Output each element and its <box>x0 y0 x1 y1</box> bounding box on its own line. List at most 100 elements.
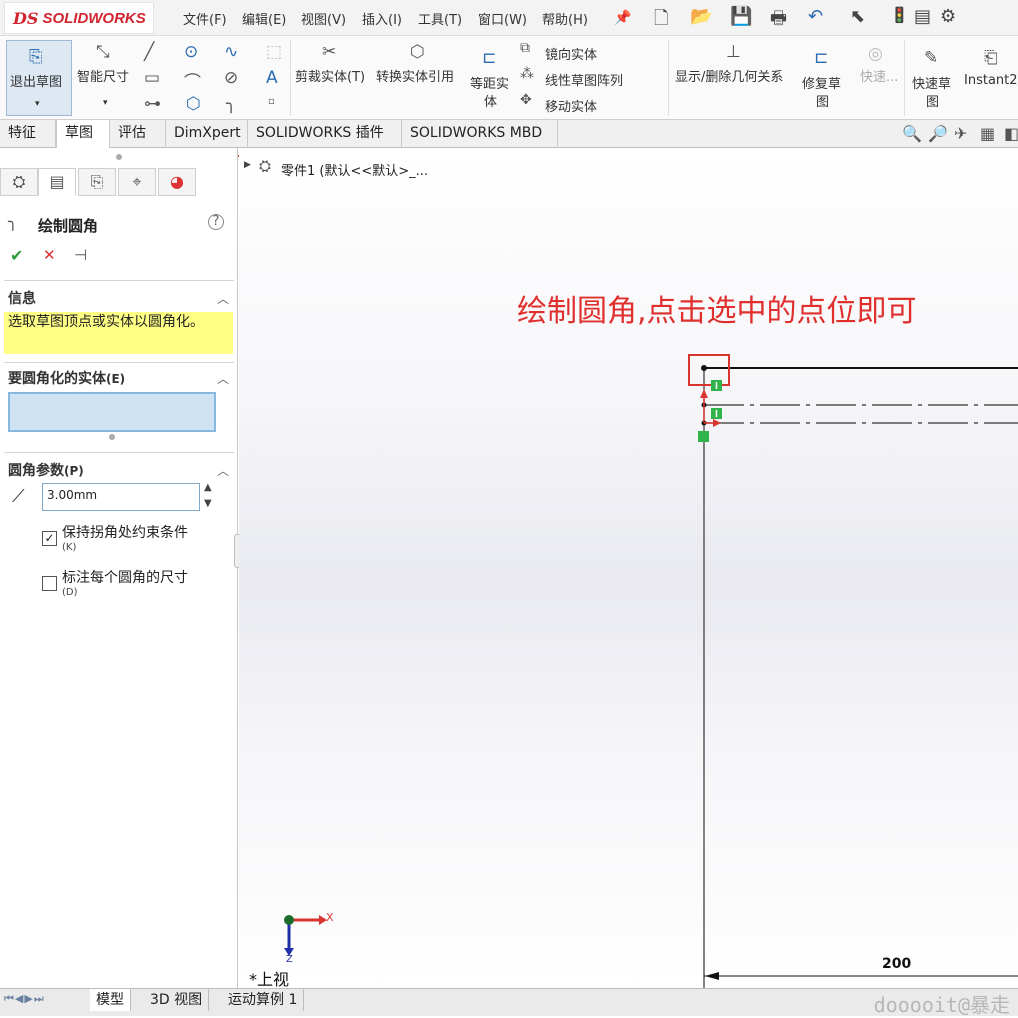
tab-features[interactable]: 特征 <box>0 120 56 148</box>
entities-section-header[interactable]: 要圆角化的实体(E) <box>8 368 125 388</box>
tab-sketch[interactable]: 草图 <box>56 120 110 148</box>
spin-up-icon[interactable]: ▲ <box>204 482 212 493</box>
menu-tools[interactable]: 工具(T) <box>418 9 462 28</box>
exit-sketch-dropdown-icon[interactable]: ▾ <box>35 99 40 109</box>
zoom-area-icon[interactable]: 🔎 <box>928 124 948 143</box>
spline-tool-icon[interactable]: ∿ <box>224 42 238 62</box>
plane-tool-icon[interactable]: ⬚ <box>266 42 282 62</box>
fillet-radius-input[interactable]: 3.00mm <box>42 483 200 511</box>
list-resize-handle[interactable] <box>109 434 115 440</box>
dimxpert-manager-tab-icon[interactable]: ⌖ <box>118 168 156 196</box>
rectangle-tool-icon[interactable]: ▭ <box>144 68 160 88</box>
undo-icon[interactable]: ↶ <box>808 6 823 27</box>
collapse-chevron-icon[interactable]: ︿ <box>217 290 229 307</box>
previous-view-icon[interactable]: ✈ <box>954 124 967 143</box>
sketch-fillet-icon[interactable]: ╮ <box>226 94 236 114</box>
line-tool-icon[interactable]: ╱ <box>144 42 154 62</box>
menu-view[interactable]: 视图(V) <box>301 9 346 28</box>
collapse-chevron-icon[interactable]: ︿ <box>217 462 229 479</box>
panel-splitter-handle[interactable] <box>116 154 122 160</box>
tab-motion-study-1[interactable]: 运动算例 1 <box>222 989 305 1011</box>
zoom-fit-icon[interactable]: 🔍 <box>902 124 922 143</box>
slot-tool-icon[interactable]: ⊶ <box>144 94 161 114</box>
menu-help[interactable]: 帮助(H) <box>542 9 588 28</box>
section-view-icon[interactable]: ▦ <box>980 124 995 143</box>
print-icon[interactable]: 🖶 <box>770 6 787 36</box>
convert-entities-button[interactable]: 转换实体引用 <box>376 66 454 85</box>
property-manager-tab-icon[interactable]: ▤ <box>38 168 76 196</box>
dim-each-checkbox[interactable] <box>42 576 57 591</box>
menu-edit[interactable]: 编辑(E) <box>242 9 286 28</box>
keep-corner-label[interactable]: 保持拐角处约束条件 <box>62 522 188 542</box>
select-cursor-icon[interactable]: ⬉ <box>850 6 865 27</box>
feature-manager-tab-icon[interactable]: ⛭ <box>0 168 38 196</box>
quick-snaps-icon[interactable]: ◎ <box>868 44 883 64</box>
configuration-manager-tab-icon[interactable]: ⎘ <box>78 168 116 196</box>
spin-down-icon[interactable]: ▼ <box>204 498 212 509</box>
trim-entities-button[interactable]: 剪裁实体(T) <box>295 66 365 85</box>
tab-scroll-arrows-icon[interactable]: ⏮◀▶⏭ <box>4 992 45 1006</box>
instant2d-icon[interactable]: ⎗ <box>984 48 998 68</box>
pushpin-icon[interactable]: ⊣ <box>74 246 87 264</box>
dimension-value[interactable]: 200 <box>882 956 911 972</box>
graphics-area[interactable]: ▶ ⛭ 零件1 (默认<<默认>_... 绘制圆角,点击选中的点位即可 200 … <box>239 148 1018 989</box>
offset-entities-label-1[interactable]: 等距实 <box>470 73 509 92</box>
help-icon[interactable]: ? <box>208 214 224 230</box>
rapid-sketch-icon[interactable]: ✎ <box>924 48 938 68</box>
move-entities-button[interactable]: 移动实体 <box>545 96 597 115</box>
pin-icon[interactable]: 📌 <box>614 10 631 26</box>
smart-dimension-button[interactable]: 智能尺寸 <box>77 66 129 85</box>
tab-model[interactable]: 模型 <box>90 989 131 1011</box>
tab-solidworks-mbd[interactable]: SOLIDWORKS MBD <box>402 120 558 148</box>
instant2d-button[interactable]: Instant2D <box>964 73 1018 88</box>
menu-window[interactable]: 窗口(W) <box>478 9 527 28</box>
circle-tool-icon[interactable]: ⊙ <box>184 42 198 62</box>
repair-sketch-label-1[interactable]: 修复草 <box>802 73 841 92</box>
smart-dimension-icon[interactable]: ⤡ <box>96 42 110 62</box>
text-tool-icon[interactable]: A <box>266 68 278 88</box>
tab-3d-views[interactable]: 3D 视图 <box>144 989 210 1011</box>
new-document-icon[interactable]: 🗋 <box>654 6 668 36</box>
convert-entities-icon[interactable]: ⬡ <box>410 42 425 62</box>
collapse-chevron-icon[interactable]: ︿ <box>217 370 229 387</box>
tab-evaluate[interactable]: 评估 <box>110 120 166 148</box>
rapid-sketch-label-1[interactable]: 快速草 <box>912 73 951 92</box>
repair-sketch-icon[interactable]: ⊏ <box>814 48 828 68</box>
solidworks-logo[interactable]: DS SOLIDWORKS <box>4 2 154 34</box>
keep-corner-checkbox[interactable]: ✓ <box>42 531 57 546</box>
open-folder-icon[interactable]: 📂 <box>690 6 712 27</box>
tab-solidworks-addins[interactable]: SOLIDWORKS 插件 <box>248 120 402 148</box>
display-relations-icon[interactable]: ⊥ <box>726 42 741 62</box>
save-icon[interactable]: 💾 <box>730 6 752 27</box>
point-tool-icon[interactable]: ▫ <box>268 96 275 107</box>
dim-each-label[interactable]: 标注每个圆角的尺寸 <box>62 567 188 587</box>
menu-insert[interactable]: 插入(I) <box>362 9 402 28</box>
tab-dimxpert[interactable]: DimXpert <box>166 120 248 148</box>
ok-check-icon[interactable]: ✔ <box>10 246 23 265</box>
mirror-entities-icon[interactable]: ⧉ <box>520 40 530 56</box>
mirror-entities-button[interactable]: 镜向实体 <box>545 44 597 63</box>
polygon-tool-icon[interactable]: ⬡ <box>186 94 201 114</box>
menu-file[interactable]: 文件(F) <box>183 9 227 28</box>
rebuild-icon[interactable]: 🚦 <box>890 6 909 24</box>
offset-entities-icon[interactable]: ⊏ <box>482 48 496 68</box>
display-manager-tab-icon[interactable]: ◕ <box>158 168 196 196</box>
info-section-header[interactable]: 信息 <box>8 288 36 308</box>
cancel-x-icon[interactable]: ✕ <box>43 246 56 264</box>
arc-tool-icon[interactable]: ⌒ <box>184 68 201 93</box>
linear-pattern-button[interactable]: 线性草图阵列 <box>545 70 623 89</box>
sketch-vertex[interactable] <box>701 365 707 371</box>
sketch-canvas[interactable] <box>239 148 1018 988</box>
linear-pattern-icon[interactable]: ⁂ <box>520 66 534 82</box>
view-orientation-icon[interactable]: ◧ <box>1004 124 1018 143</box>
origin-coincident-icon[interactable] <box>698 431 709 442</box>
smart-dimension-dropdown-icon[interactable]: ▾ <box>103 98 108 108</box>
trim-icon[interactable]: ✂ <box>322 42 336 62</box>
display-delete-relations-button[interactable]: 显示/删除几何关系 <box>675 66 783 85</box>
ellipse-tool-icon[interactable]: ⊘ <box>224 68 238 88</box>
exit-sketch-button[interactable]: ⎘ 退出草图 ▾ <box>6 40 72 116</box>
params-section-header[interactable]: 圆角参数(P) <box>8 460 84 480</box>
move-entities-icon[interactable]: ✥ <box>520 92 532 108</box>
quick-snaps-button[interactable]: 快速... <box>860 66 898 85</box>
options-gear-icon[interactable]: ⚙ <box>940 6 956 27</box>
